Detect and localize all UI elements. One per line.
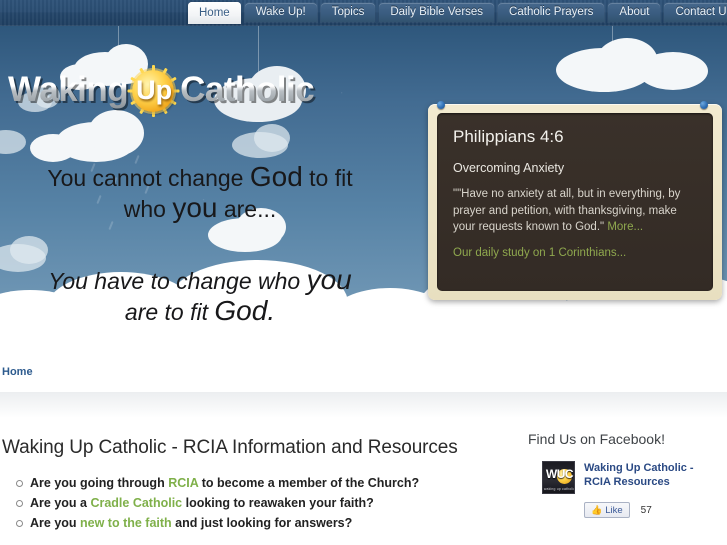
cloud	[88, 110, 144, 156]
hero-line-4: are to fit God.	[0, 295, 400, 326]
hero-line-2-emphasis: you	[172, 192, 218, 224]
cloud	[254, 124, 290, 152]
question-list: Are you going through RCIA to become a m…	[2, 473, 507, 533]
facebook-like-row: 👍 Like 57	[528, 502, 722, 518]
verse-reference: Philippians 4:6	[453, 127, 564, 146]
avatar: WUC waking up catholic	[542, 461, 575, 494]
hero-line-3: You have to change who you	[0, 264, 400, 295]
verse-text: ""Have no anxiety at all, but in everyth…	[453, 186, 697, 236]
hero-line-1-post: to fit	[302, 165, 353, 191]
question-pre: Are you going through	[30, 476, 169, 490]
content-divider-band	[0, 392, 727, 418]
question-post: and just looking for answers?	[171, 516, 353, 530]
hero-line-1-pre: You cannot change	[47, 165, 250, 191]
question-link-new-to-faith[interactable]: new to the faith	[80, 516, 172, 530]
verse-more-link[interactable]: More...	[607, 221, 643, 233]
article-column: Waking Up Catholic - RCIA Information an…	[2, 437, 507, 533]
question-link-rcia[interactable]: RCIA	[168, 476, 198, 490]
facebook-page-name[interactable]: Waking Up Catholic - RCIA Resources	[584, 461, 722, 489]
sidebar: Find Us on Facebook! WUC waking up catho…	[528, 431, 722, 518]
breadcrumb: Home	[0, 366, 727, 386]
hero-line-4-pre: are to fit	[124, 299, 215, 326]
hero-line-2-pre: who	[123, 196, 173, 223]
hero-spacer	[0, 224, 400, 264]
question-pre: Are you	[30, 516, 81, 530]
hero-tagline: You cannot change God to fit who you are…	[0, 161, 400, 326]
verse-topic: Overcoming Anxiety	[453, 161, 565, 175]
question-post: looking to reawaken your faith?	[182, 496, 374, 510]
avatar-tagline: waking up catholic	[543, 487, 575, 491]
question-post: to become a member of the Church?	[198, 476, 420, 490]
hero-line-1: You cannot change God to fit	[0, 161, 400, 192]
list-item: Are you new to the faith and just lookin…	[16, 513, 507, 533]
hero-line-2: who you are...	[0, 192, 400, 223]
hero-line-3-pre: You have to change who	[48, 267, 307, 294]
daily-study-link[interactable]: Our daily study on 1 Corinthians...	[453, 247, 697, 259]
cloud	[638, 52, 708, 90]
verse-body: ""Have no anxiety at all, but in everyth…	[453, 188, 681, 234]
page-title: Waking Up Catholic - RCIA Information an…	[2, 437, 458, 458]
facebook-like-button[interactable]: 👍 Like	[584, 502, 630, 518]
question-pre: Are you a	[30, 496, 91, 510]
nav-item-contact-us[interactable]: Contact Us	[664, 3, 727, 22]
facebook-page-row: WUC waking up catholic Waking Up Catholi…	[528, 461, 722, 494]
like-count: 57	[640, 504, 652, 516]
main-content: Waking Up Catholic - RCIA Information an…	[0, 425, 727, 545]
nav-item-topics[interactable]: Topics	[320, 3, 376, 22]
pin-icon-right	[700, 101, 708, 109]
hero-line-1-emphasis: God	[249, 161, 303, 192]
facebook-widget-title: Find Us on Facebook!	[528, 431, 665, 447]
hero-line-2-post: are...	[217, 196, 277, 223]
pin-icon-left	[437, 101, 445, 109]
list-item: Are you a Cradle Catholic looking to rea…	[16, 493, 507, 513]
nav-item-wake-up[interactable]: Wake Up!	[244, 3, 317, 22]
avatar-initials: WUC	[545, 467, 574, 481]
hero-line-3-emphasis: you	[306, 263, 352, 295]
site-logo[interactable]: Waking Up Catholic	[8, 65, 315, 117]
nav-item-about[interactable]: About	[608, 3, 661, 22]
logo-text-waking: Waking	[8, 66, 129, 114]
nav-item-catholic-prayers[interactable]: Catholic Prayers	[498, 3, 605, 22]
thumbs-up-icon: 👍	[591, 504, 603, 515]
logo-text-up: Up	[136, 75, 173, 105]
daily-verse-board: Philippians 4:6 Overcoming Anxiety ""Hav…	[428, 101, 722, 300]
page-root: Home Wake Up! Topics Daily Bible Verses …	[0, 0, 727, 545]
nav-item-home[interactable]: Home	[188, 2, 241, 24]
nav-item-daily-bible-verses[interactable]: Daily Bible Verses	[379, 3, 495, 22]
nav-item-list: Home Wake Up! Topics Daily Bible Verses …	[188, 0, 727, 26]
top-navigation-bar: Home Wake Up! Topics Daily Bible Verses …	[0, 0, 727, 26]
daily-verse-board-inner: Philippians 4:6 Overcoming Anxiety ""Hav…	[437, 113, 713, 291]
cloud	[30, 134, 76, 162]
hero-line-4-emphasis: God.	[214, 295, 276, 327]
like-button-label: Like	[605, 504, 623, 516]
breadcrumb-item-home[interactable]: Home	[2, 366, 33, 378]
question-link-cradle-catholic[interactable]: Cradle Catholic	[90, 496, 182, 510]
list-item: Are you going through RCIA to become a m…	[16, 473, 507, 493]
logo-text-catholic: Catholic	[180, 66, 315, 114]
sun-icon: Up	[127, 65, 180, 117]
